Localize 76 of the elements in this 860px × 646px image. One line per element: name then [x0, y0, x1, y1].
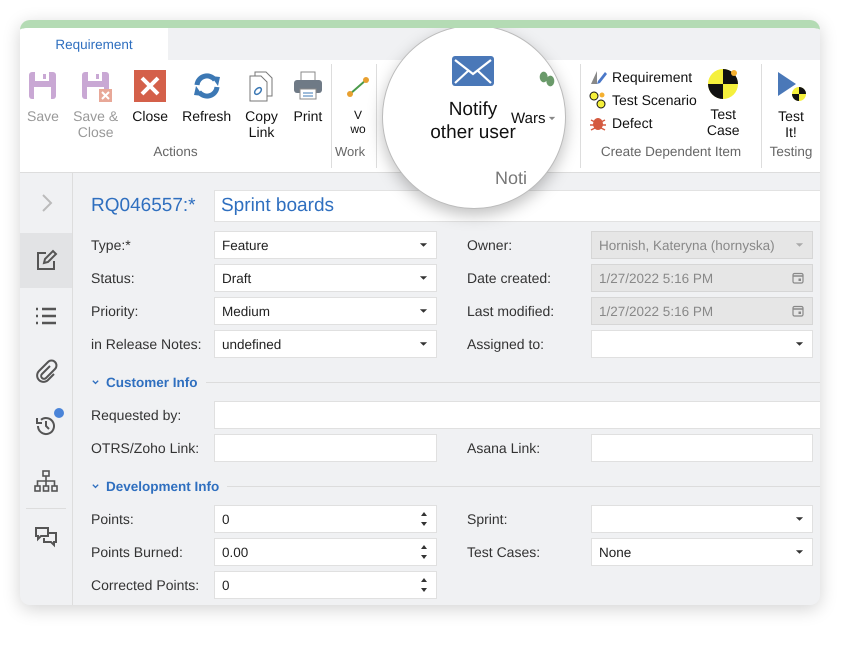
field-label: Requested by:	[91, 407, 182, 423]
ribbon-button[interactable]: Requirement	[589, 68, 697, 86]
ribbon-button[interactable]: Refresh	[180, 70, 234, 124]
ribbon-button[interactable]: Copy Link	[243, 70, 280, 140]
field-label: Asana Link:	[467, 440, 542, 456]
group-label: Create Dependent Item	[600, 144, 742, 161]
field-label: Type:*	[91, 237, 132, 253]
group-label: Testing	[768, 144, 814, 161]
dropdown[interactable]: None	[591, 538, 813, 566]
field-label: Corrected Points:	[91, 577, 200, 593]
dropdown[interactable]: Feature	[214, 231, 437, 259]
paperclip-icon	[34, 358, 58, 382]
field-label: Sprint:	[467, 511, 508, 527]
ribbon-button[interactable]: Print	[290, 70, 326, 124]
field-label: Points Burned:	[91, 544, 184, 560]
number-field[interactable]: 0	[214, 505, 437, 533]
caret-icon	[419, 341, 428, 347]
group-label: Actions	[152, 144, 199, 161]
field-label: Points:	[91, 511, 135, 527]
dropdown[interactable]: undefined	[214, 330, 437, 358]
hierarchy-icon	[34, 468, 58, 492]
field-label: Assigned to:	[467, 336, 546, 352]
ribbon-button[interactable]: V wo	[340, 70, 376, 136]
text-field[interactable]	[214, 401, 820, 429]
field-label: Priority:	[91, 303, 140, 319]
caret-icon	[419, 275, 428, 281]
ribbon-button[interactable]: Defect	[589, 114, 697, 132]
caret-icon	[795, 242, 804, 248]
text-field[interactable]	[591, 434, 813, 462]
text-field[interactable]	[214, 434, 437, 462]
envelope-icon	[452, 56, 494, 86]
dropdown[interactable]: Draft	[214, 264, 437, 292]
group-label: Noti	[495, 168, 528, 189]
test-case-icon	[707, 68, 740, 100]
field-label: Status:	[91, 270, 136, 286]
calendar-icon	[792, 272, 804, 284]
dropdown-button[interactable]: Wars	[511, 110, 556, 127]
number-field[interactable]: 0	[214, 571, 437, 599]
caret-icon	[548, 116, 556, 121]
field-label: Date created:	[467, 270, 552, 286]
save-close-icon	[80, 70, 112, 102]
spinner-icon	[420, 543, 428, 561]
calendar-icon	[792, 305, 804, 317]
section-header[interactable]: Customer Info	[91, 374, 198, 390]
spinner-icon	[420, 510, 428, 528]
sidebar-item[interactable]	[20, 233, 72, 288]
record-id: RQ046557:*	[91, 195, 197, 217]
group-label: Work	[334, 144, 366, 161]
dropdown[interactable]: Medium	[214, 297, 437, 325]
field-label: OTRS/Zoho Link:	[91, 440, 200, 456]
ribbon-button[interactable]: Test It!	[773, 70, 809, 140]
caret-icon	[795, 516, 804, 522]
edit-icon	[34, 248, 58, 272]
spinner-icon	[420, 576, 428, 594]
tab[interactable]: Requirement	[20, 28, 168, 60]
chat-icon	[34, 524, 58, 548]
caret-icon	[419, 308, 428, 314]
title-field[interactable]: Sprint boards	[214, 190, 820, 222]
test-scenario-icon	[589, 91, 607, 109]
field-label: Owner:	[467, 237, 514, 253]
caret-icon	[795, 549, 804, 555]
section-header[interactable]: Development Info	[91, 478, 220, 494]
play-icon	[775, 70, 807, 102]
number-field[interactable]: 0.00	[214, 538, 437, 566]
chevron-icon	[91, 378, 100, 386]
field-label: Last modified:	[467, 303, 556, 319]
caret-icon	[795, 341, 804, 347]
chevron-icon	[91, 482, 100, 490]
field-label: Test Cases:	[467, 544, 542, 560]
close-icon	[134, 70, 166, 102]
field-label: in Release Notes:	[91, 336, 203, 352]
ribbon-button[interactable]: Close	[130, 70, 170, 124]
print-icon	[292, 70, 324, 102]
ribbon-button[interactable]: Test Case	[704, 68, 742, 138]
ribbon-button[interactable]: Test Scenario	[589, 91, 697, 109]
caret-icon	[419, 242, 428, 248]
